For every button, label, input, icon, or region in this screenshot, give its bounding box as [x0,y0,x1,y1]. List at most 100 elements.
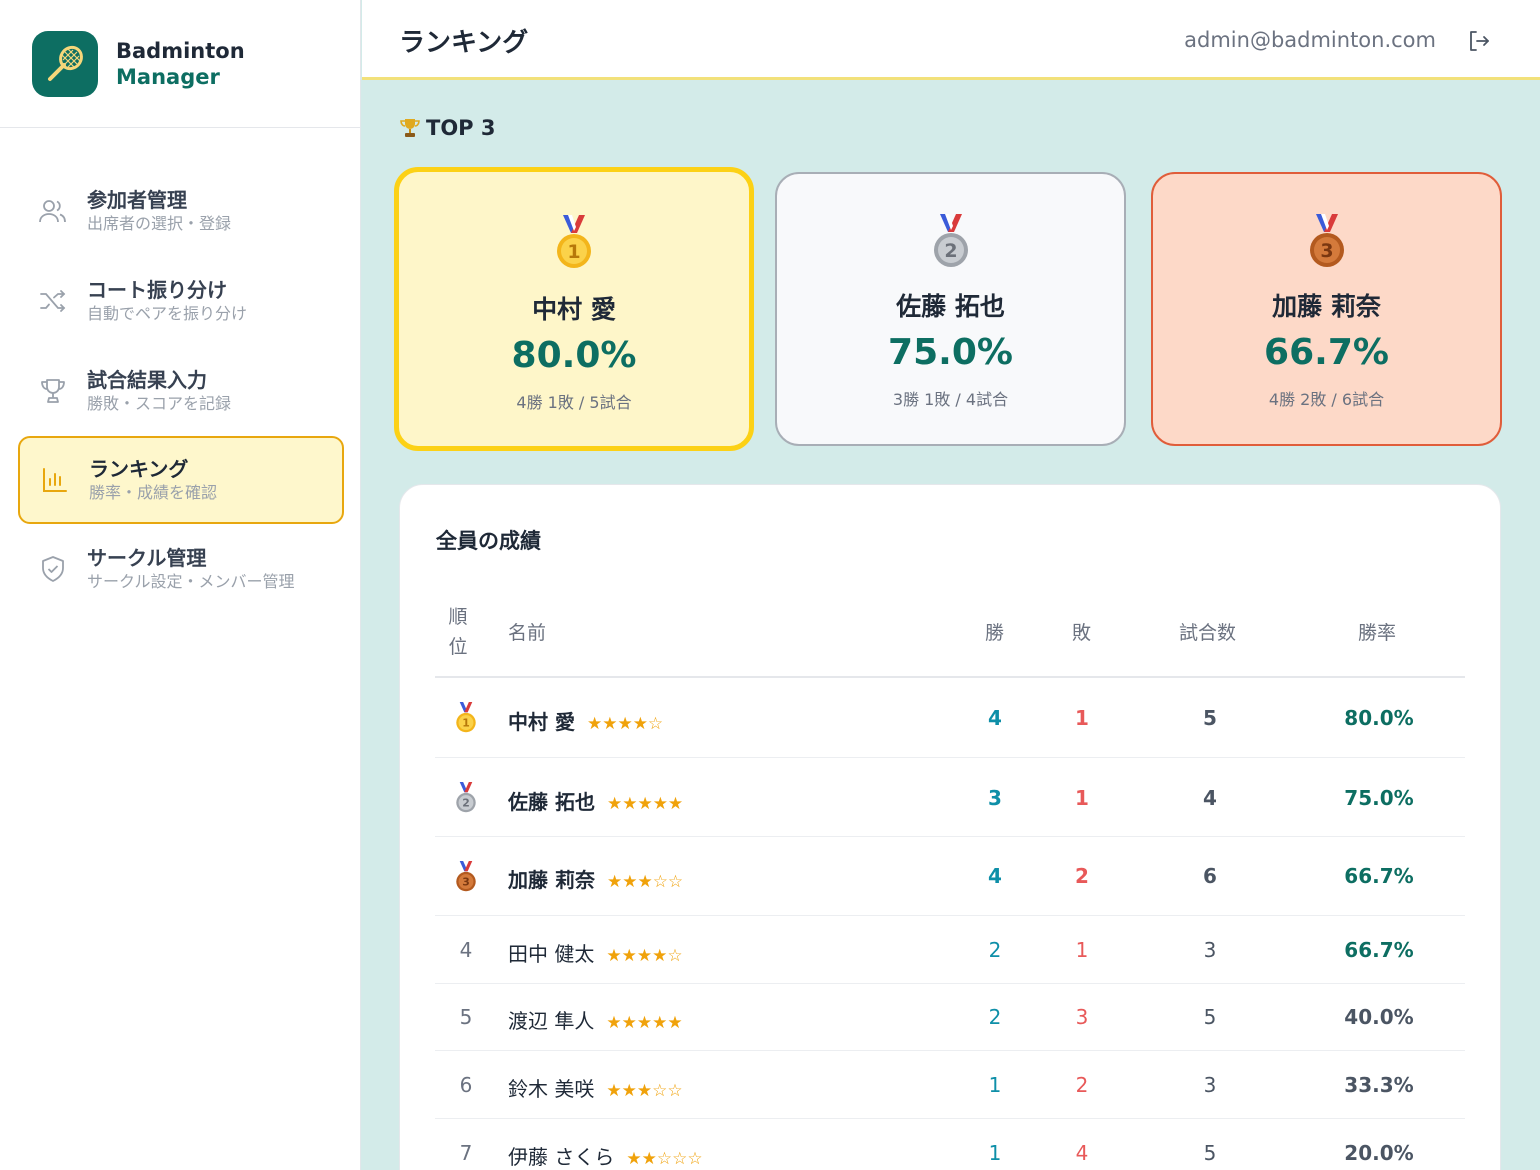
trophy-icon [398,116,422,140]
panel-title: 全員の成績 [436,529,541,553]
losses: 1 [1075,706,1089,730]
top3-record: 4勝 2敗 / 6試合 [1268,390,1385,409]
top3-title-text: TOP 3 [426,116,496,140]
player-name: 田中 健太 ★★★★☆ [508,938,683,967]
rank-number: 5 [459,1005,473,1029]
rank-number: 7 [459,1141,473,1165]
sidebar-nav: 参加者管理 出席者の選択・登録 コート振り分け 自動でペアを振り分け 試合結果入… [0,128,360,614]
brand-subtitle: Manager [116,64,220,89]
top3-player-name: 佐藤 拓也 [896,292,1005,321]
table-row[interactable]: 6 鈴木 美咲 ★★★☆☆ 1 2 3 33.3% [435,1051,1465,1119]
win-rate: 40.0% [1344,1005,1414,1029]
skill-stars: ★★★☆☆ [606,1081,683,1101]
skill-stars: ★★★★☆ [586,714,664,734]
losses: 3 [1075,1005,1089,1029]
sidebar-item-label: 参加者管理 [87,188,187,212]
page-title: ランキング [399,28,529,58]
sidebar: Badminton Manager 参加者管理 出席者の選択・登録 コート振り分… [0,0,361,1170]
th-losses[interactable]: 敗 [1072,618,1091,645]
win-rate: 33.3% [1344,1073,1414,1097]
losses: 2 [1075,1073,1089,1097]
top3-record: 4勝 1敗 / 5試合 [516,393,632,412]
svg-text:1: 1 [567,241,580,263]
brand[interactable]: Badminton Manager [0,0,360,128]
win-rate: 75.0% [1344,786,1414,810]
win-rate: 20.0% [1344,1141,1414,1165]
games: 4 [1203,786,1217,810]
th-games[interactable]: 試合数 [1179,618,1236,645]
th-rank-line2: 位 [448,636,468,658]
player-name: 佐藤 拓也 ★★★★★ [508,786,683,815]
wins: 2 [988,938,1002,962]
top3-player-name: 加藤 莉奈 [1272,292,1381,321]
player-name-text: 田中 健太 [508,942,595,966]
player-name-text: 中村 愛 [508,710,575,734]
top3-record: 3勝 1敗 / 4試合 [892,390,1009,409]
shield-check-icon [36,552,70,586]
top3-card-3[interactable]: 3 加藤 莉奈 66.7% 4勝 2敗 / 6試合 [1151,172,1502,446]
wins: 4 [988,864,1002,888]
rank-number: 6 [459,1073,473,1097]
win-rate: 66.7% [1344,864,1414,888]
badminton-racket-icon [32,30,98,97]
top3-win-rate: 75.0% [888,332,1013,373]
skill-stars: ★★★★☆ [606,946,683,966]
th-rate[interactable]: 勝率 [1358,618,1396,645]
wins: 2 [988,1005,1002,1029]
sidebar-item-desc: 出席者の選択・登録 [87,214,232,233]
sidebar-item-desc: 自動でペアを振り分け [87,304,248,323]
th-name[interactable]: 名前 [508,618,546,645]
sidebar-item-circle[interactable]: サークル管理 サークル設定・メンバー管理 [18,524,344,614]
skill-stars: ★★★★★ [606,1013,683,1033]
shuffle-icon [36,284,70,318]
losses: 4 [1075,1141,1089,1165]
svg-text:3: 3 [1320,240,1333,262]
table-row[interactable]: 7 伊藤 さくら ★★☆☆☆ 1 4 5 20.0% [435,1119,1465,1170]
top3-cards: 1 中村 愛 80.0% 4勝 1敗 / 5試合 2 佐藤 拓也 75.0% 3… [394,167,1504,453]
player-name-text: 加藤 莉奈 [508,868,595,892]
sidebar-item-ranking[interactable]: ランキング 勝率・成績を確認 [18,436,344,524]
top3-card-2[interactable]: 2 佐藤 拓也 75.0% 3勝 1敗 / 4試合 [775,172,1126,446]
sidebar-item-participants[interactable]: 参加者管理 出席者の選択・登録 [18,166,344,256]
gold-medal-icon: 1 [455,702,477,738]
svg-text:2: 2 [462,797,470,810]
top3-card-1[interactable]: 1 中村 愛 80.0% 4勝 1敗 / 5試合 [394,167,754,451]
table-row[interactable]: 1 中村 愛 ★★★★☆ 4 1 5 80.0% [435,678,1465,758]
svg-text:1: 1 [462,717,470,730]
player-name: 渡辺 隼人 ★★★★★ [508,1005,683,1034]
user-email: admin@badminton.com [1184,28,1436,52]
sidebar-item-label: ランキング [89,457,189,481]
sidebar-item-desc: 勝敗・スコアを記録 [87,394,232,413]
player-name-text: 鈴木 美咲 [508,1077,595,1101]
sidebar-item-label: サークル管理 [87,546,207,570]
table-row[interactable]: 5 渡辺 隼人 ★★★★★ 2 3 5 40.0% [435,984,1465,1051]
th-rank-line1: 順 [448,606,468,628]
player-name: 加藤 莉奈 ★★★☆☆ [508,864,683,893]
games: 3 [1203,1073,1217,1097]
logout-icon[interactable] [1466,28,1492,54]
sidebar-item-match-results[interactable]: 試合結果入力 勝敗・スコアを記録 [18,346,344,436]
player-name-text: 佐藤 拓也 [508,790,595,814]
top3-player-name: 中村 愛 [532,295,616,324]
games: 5 [1203,1005,1217,1029]
games: 6 [1203,864,1217,888]
sidebar-item-label: 試合結果入力 [87,368,207,392]
bronze-medal-icon: 3 [1308,214,1346,274]
table-row[interactable]: 2 佐藤 拓也 ★★★★★ 3 1 4 75.0% [435,758,1465,837]
th-wins[interactable]: 勝 [985,618,1004,645]
games: 5 [1203,1141,1217,1165]
skill-stars: ★★★★★ [606,794,684,814]
silver-medal-icon: 2 [455,782,477,818]
table-row[interactable]: 3 加藤 莉奈 ★★★☆☆ 4 2 6 66.7% [435,837,1465,916]
skill-stars: ★★☆☆☆ [626,1149,703,1169]
top3-win-rate: 80.0% [511,335,637,376]
svg-text:3: 3 [462,876,470,889]
table-row[interactable]: 4 田中 健太 ★★★★☆ 2 1 3 66.7% [435,916,1465,984]
sidebar-item-court-assign[interactable]: コート振り分け 自動でペアを振り分け [18,256,344,346]
top3-win-rate: 66.7% [1264,332,1389,373]
losses: 2 [1075,864,1089,888]
skill-stars: ★★★☆☆ [606,872,684,892]
player-name: 伊藤 さくら ★★☆☆☆ [508,1141,703,1170]
brand-title: Badminton [116,38,245,63]
player-name-text: 伊藤 さくら [508,1145,615,1169]
